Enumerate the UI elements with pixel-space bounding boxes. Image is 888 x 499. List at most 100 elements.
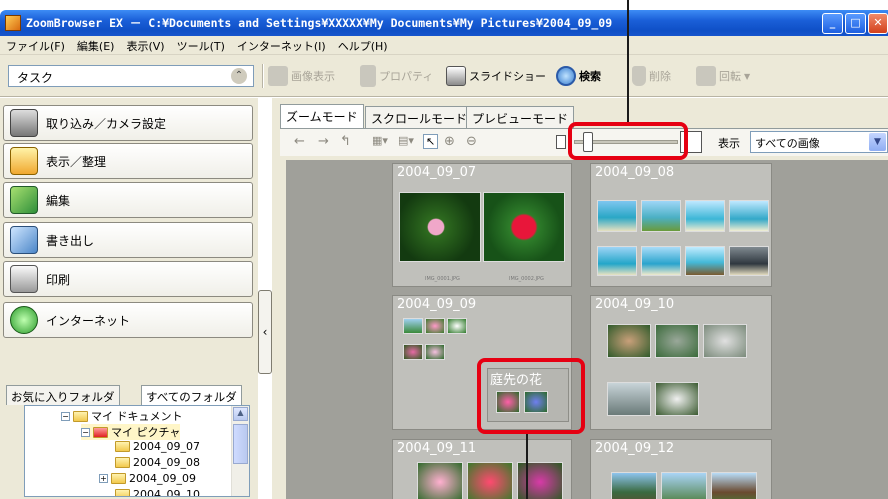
- forward-arrow-icon[interactable]: →: [318, 134, 329, 149]
- zoom-out-icon[interactable]: ⊖: [466, 134, 477, 149]
- app-icon[interactable]: [5, 15, 21, 31]
- folder-thumbnail-2004-09-11[interactable]: 2004_09_11: [392, 439, 572, 499]
- menu-edit[interactable]: 編集(E): [71, 36, 121, 54]
- task-print[interactable]: 印刷: [3, 261, 253, 297]
- photo-thumbnail[interactable]: [403, 318, 423, 334]
- photo-thumbnail[interactable]: [607, 324, 651, 358]
- photo-thumbnail[interactable]: [447, 318, 467, 334]
- search-button[interactable]: 検索: [556, 63, 601, 89]
- tab-all-folders[interactable]: すべてのフォルダ: [141, 385, 242, 405]
- task-import-camera[interactable]: 取り込み／カメラ設定: [3, 105, 253, 141]
- expand-icon[interactable]: +: [99, 474, 108, 483]
- camera-icon: [10, 109, 38, 137]
- pictures-folder-icon: [93, 426, 108, 438]
- photo-thumbnail[interactable]: [417, 462, 463, 499]
- photo-thumbnail[interactable]: [729, 246, 769, 276]
- photo-thumbnail[interactable]: [403, 344, 423, 360]
- slideshow-button[interactable]: スライドショー: [446, 63, 546, 89]
- scroll-thumb[interactable]: [233, 424, 248, 464]
- folder-thumbnail-2004-09-07[interactable]: 2004_09_07 IMG_0001.JPG IMG_0002.JPG: [392, 163, 572, 287]
- tab-preview-mode[interactable]: プレビューモード: [466, 106, 575, 128]
- callout-line: [526, 432, 528, 499]
- collapse-icon[interactable]: −: [81, 427, 90, 437]
- photo-thumbnail[interactable]: [685, 200, 725, 232]
- photo-thumbnail[interactable]: [597, 246, 637, 276]
- menu-view[interactable]: 表示(V): [120, 36, 170, 54]
- zoom-in-icon[interactable]: ⊕: [444, 134, 455, 149]
- photo-thumbnail[interactable]: [399, 192, 481, 262]
- photo-thumbnail[interactable]: [703, 324, 747, 358]
- photo-thumbnail[interactable]: [611, 472, 657, 499]
- tab-scroll-mode[interactable]: スクロールモード: [365, 106, 474, 128]
- tree-label: マイ ドキュメント: [91, 410, 183, 423]
- collapse-icon[interactable]: −: [61, 411, 70, 421]
- photo-thumbnail[interactable]: [425, 318, 445, 334]
- photo-thumbnail[interactable]: [641, 200, 681, 232]
- back-arrow-icon[interactable]: ←: [294, 134, 305, 149]
- tree-label: マイ ピクチャ: [111, 426, 181, 439]
- pointer-icon[interactable]: ↖: [423, 134, 439, 149]
- grid-view-icon[interactable]: ▦▾: [372, 134, 388, 147]
- properties-icon: [360, 65, 376, 87]
- scroll-up-icon[interactable]: ▲: [233, 407, 248, 421]
- folder-icon: [10, 147, 38, 175]
- photo-thumbnail[interactable]: [685, 246, 725, 276]
- show-filter-select[interactable]: すべての画像 ▼: [750, 131, 888, 153]
- maximize-button[interactable]: □: [845, 13, 866, 34]
- task-internet[interactable]: インターネット: [3, 302, 253, 338]
- menu-file[interactable]: ファイル(F): [0, 36, 71, 54]
- photo-thumbnail[interactable]: [711, 472, 757, 499]
- panel-collapse-button[interactable]: ‹: [258, 290, 272, 374]
- menu-tools[interactable]: ツール(T): [171, 36, 231, 54]
- folder-icon: [73, 410, 88, 422]
- menu-internet[interactable]: インターネット(I): [231, 36, 332, 54]
- show-label: 表示: [718, 137, 740, 150]
- photo-thumbnail[interactable]: [729, 200, 769, 232]
- menu-help[interactable]: ヘルプ(H): [332, 36, 394, 54]
- close-button[interactable]: ✕: [868, 13, 888, 34]
- folder-thumbnail-2004-09-10[interactable]: 2004_09_10: [590, 295, 772, 430]
- list-view-icon[interactable]: ▤▾: [398, 134, 414, 147]
- view-image-button[interactable]: 画像表示: [268, 63, 335, 89]
- photo-thumbnail[interactable]: [655, 382, 699, 416]
- tree-node-2004-09-07[interactable]: 2004_09_07: [115, 440, 200, 453]
- folder-icon: [115, 457, 130, 468]
- menu-bar: ファイル(F) 編集(E) 表示(V) ツール(T) インターネット(I) ヘルプ(H): [0, 36, 888, 55]
- chevron-down-icon[interactable]: ▼: [869, 133, 886, 151]
- slideshow-icon: [446, 66, 466, 86]
- photo-thumbnail[interactable]: [483, 192, 565, 262]
- rotate-button[interactable]: 回転 ▼: [696, 63, 750, 89]
- tree-node-my-pictures[interactable]: − マイ ピクチャ: [81, 424, 181, 440]
- properties-button[interactable]: プロパティ: [360, 63, 433, 89]
- photo-thumbnail[interactable]: [467, 462, 513, 499]
- chevron-up-icon[interactable]: ⌃: [231, 68, 247, 84]
- photo-thumbnail[interactable]: [655, 324, 699, 358]
- task-export[interactable]: 書き出し: [3, 222, 253, 258]
- tree-scrollbar[interactable]: ▲: [231, 406, 249, 496]
- title-bar: ZoomBrowser EX － C:¥Documents and Settin…: [0, 10, 888, 36]
- task-edit[interactable]: 編集: [3, 182, 253, 218]
- task-selector[interactable]: タスク ⌃: [8, 65, 254, 87]
- up-arrow-icon[interactable]: ↰: [340, 134, 351, 149]
- photo-thumbnail[interactable]: [517, 462, 563, 499]
- delete-button[interactable]: 削除: [632, 63, 671, 89]
- tree-node-2004-09-10[interactable]: 2004_09_10: [115, 488, 200, 496]
- export-icon: [10, 226, 38, 254]
- photo-caption: IMG_0001.JPG: [425, 276, 460, 282]
- small-size-icon: [556, 135, 566, 149]
- task-view-organize[interactable]: 表示／整理: [3, 143, 253, 179]
- photo-thumbnail[interactable]: [607, 382, 651, 416]
- photo-thumbnail[interactable]: [597, 200, 637, 232]
- photo-thumbnail[interactable]: [425, 344, 445, 360]
- tree-node-2004-09-09[interactable]: +2004_09_09: [99, 472, 196, 485]
- folder-icon: [115, 441, 130, 452]
- photo-thumbnail[interactable]: [661, 472, 707, 499]
- tree-node-my-documents[interactable]: − マイ ドキュメント: [61, 408, 183, 424]
- photo-thumbnail[interactable]: [641, 246, 681, 276]
- folder-thumbnail-2004-09-12[interactable]: 2004_09_12: [590, 439, 772, 499]
- tab-zoom-mode[interactable]: ズームモード: [280, 104, 364, 128]
- minimize-button[interactable]: _: [822, 13, 843, 34]
- tab-favorite-folders[interactable]: お気に入りフォルダ: [6, 385, 120, 405]
- folder-thumbnail-2004-09-08[interactable]: 2004_09_08: [590, 163, 772, 287]
- tree-node-2004-09-08[interactable]: 2004_09_08: [115, 456, 200, 469]
